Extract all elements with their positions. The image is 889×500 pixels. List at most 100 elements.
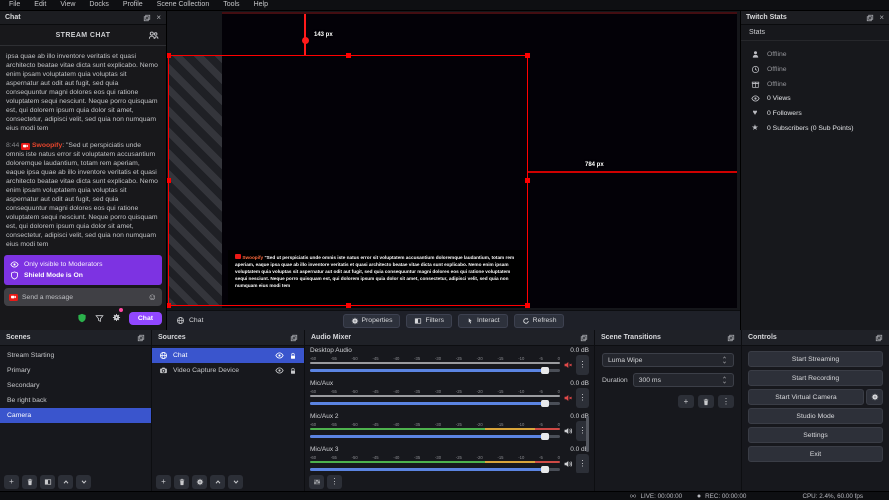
menu-view[interactable]: View	[53, 0, 82, 10]
duration-spinbox[interactable]: 300 ms	[632, 373, 734, 387]
mixer-channel: Mic/Aux 3 0.0 dB -60 -55 -50 -45 -40 -35 -30 -25…	[310, 445, 589, 473]
stat-row: 0 Views	[750, 94, 880, 103]
studio-mode-button[interactable]: Studio Mode	[748, 408, 883, 424]
chevron-down-icon	[721, 360, 728, 365]
source-selection-box[interactable]	[167, 53, 530, 308]
add-scene-button[interactable]: +	[4, 475, 19, 489]
mixer-options-button[interactable]: ⋮	[576, 388, 589, 408]
close-icon[interactable]: ×	[156, 13, 161, 22]
mixer-options-button[interactable]: ⋮	[576, 355, 589, 375]
transition-select[interactable]: Luma Wipe	[602, 353, 734, 367]
volume-slider[interactable]	[310, 366, 560, 374]
resize-handle[interactable]	[167, 303, 171, 308]
scene-item[interactable]: Be right back	[0, 393, 151, 408]
mute-button[interactable]	[563, 459, 573, 469]
move-scene-up-button[interactable]	[58, 475, 73, 489]
scene-item[interactable]: Secondary	[0, 378, 151, 393]
move-scene-down-button[interactable]	[76, 475, 91, 489]
slider-handle[interactable]	[541, 465, 549, 473]
chat-username[interactable]: Swoopify	[32, 142, 62, 149]
popout-icon[interactable]	[290, 334, 298, 342]
mute-button[interactable]	[563, 393, 573, 403]
add-source-button[interactable]: +	[156, 475, 171, 489]
popout-icon[interactable]	[866, 14, 874, 22]
popout-icon[interactable]	[137, 334, 145, 342]
mixer-scrollbar[interactable]	[586, 416, 589, 452]
popout-icon[interactable]	[580, 334, 588, 342]
move-source-up-button[interactable]	[210, 475, 225, 489]
start-recording-button[interactable]: Start Recording	[748, 370, 883, 386]
filters-button[interactable]: Filters	[406, 313, 452, 328]
start-streaming-button[interactable]: Start Streaming	[748, 351, 883, 367]
volume-slider[interactable]	[310, 432, 560, 440]
source-item-selected[interactable]: Chat	[152, 348, 304, 363]
resize-handle[interactable]	[346, 53, 351, 58]
properties-button[interactable]: Properties	[342, 313, 401, 328]
resize-handle[interactable]	[525, 53, 530, 58]
popout-icon[interactable]	[727, 334, 735, 342]
chatters-icon[interactable]	[148, 30, 159, 41]
start-virtual-camera-button[interactable]: Start Virtual Camera	[748, 389, 864, 405]
menu-file[interactable]: File	[2, 0, 27, 10]
transition-properties-button[interactable]: ⋮	[718, 395, 734, 408]
interact-button[interactable]: Interact	[458, 313, 508, 328]
visibility-eye-icon[interactable]	[275, 351, 284, 360]
preview-canvas[interactable]: Swoopify "Sed ut perspiciatis unde omnis…	[167, 11, 740, 310]
slider-handle[interactable]	[541, 366, 549, 374]
menu-tools[interactable]: Tools	[216, 0, 246, 10]
menu-docks[interactable]: Docks	[82, 0, 115, 10]
menu-scene-collection[interactable]: Scene Collection	[150, 0, 217, 10]
moderator-banner: Only visible to Moderators Shield Mode i…	[4, 255, 162, 285]
chat-message-input[interactable]	[22, 293, 144, 301]
visibility-eye-icon[interactable]	[275, 366, 284, 375]
chat-dock: Chat × STREAM CHAT ipsa quae ab illo inv…	[0, 11, 167, 330]
mute-button[interactable]	[563, 360, 573, 370]
chat-settings-button[interactable]	[112, 308, 123, 327]
resize-handle[interactable]	[525, 178, 530, 183]
mixer-options-button[interactable]: ⋮	[576, 454, 589, 473]
settings-button[interactable]: Settings	[748, 427, 883, 443]
resize-handle[interactable]	[525, 303, 530, 308]
close-icon[interactable]: ×	[879, 13, 884, 22]
volume-slider[interactable]	[310, 399, 560, 407]
menu-help[interactable]: Help	[247, 0, 275, 10]
lock-icon[interactable]	[289, 367, 297, 375]
menu-edit[interactable]: Edit	[27, 0, 53, 10]
lock-icon[interactable]	[289, 352, 297, 360]
volume-slider[interactable]	[310, 465, 560, 473]
mixer-menu-button[interactable]: ⋮	[327, 475, 342, 489]
exit-button[interactable]: Exit	[748, 446, 883, 462]
popout-icon[interactable]	[875, 334, 883, 342]
source-item[interactable]: Video Capture Device	[152, 363, 304, 378]
slider-handle[interactable]	[541, 432, 549, 440]
meter-tick-label: -50	[351, 421, 358, 427]
remove-transition-button[interactable]	[698, 395, 714, 408]
emote-picker-icon[interactable]: ☺	[148, 292, 157, 302]
chat-dock-titlebar: Chat ×	[0, 11, 166, 25]
scene-item[interactable]: Primary	[0, 363, 151, 378]
chat-send-button[interactable]: Chat	[128, 311, 162, 325]
mute-button[interactable]	[563, 426, 573, 436]
remove-source-button[interactable]	[174, 475, 189, 489]
slider-handle[interactable]	[541, 399, 549, 407]
remove-scene-button[interactable]	[22, 475, 37, 489]
resize-handle[interactable]	[167, 53, 171, 58]
popout-icon[interactable]	[143, 14, 151, 22]
resize-handle[interactable]	[346, 303, 351, 308]
scene-item-selected[interactable]: Camera	[0, 408, 151, 423]
mixer-advanced-button[interactable]	[309, 475, 324, 489]
star-icon: ★	[751, 122, 759, 132]
add-transition-button[interactable]: +	[678, 395, 694, 408]
virtual-camera-settings-button[interactable]	[866, 389, 883, 405]
move-source-down-button[interactable]	[228, 475, 243, 489]
scene-item[interactable]: Stream Starting	[0, 348, 151, 363]
menu-profile[interactable]: Profile	[116, 0, 150, 10]
chat-filter-icon[interactable]	[95, 314, 104, 323]
resize-handle[interactable]	[167, 178, 171, 183]
chat-message-list[interactable]: ipsa quae ab illo inventore veritatis et…	[0, 47, 166, 258]
meter-tick-label: -50	[351, 355, 358, 361]
shield-mode-icon[interactable]	[77, 313, 87, 323]
source-properties-button[interactable]	[192, 475, 207, 489]
scene-filters-button[interactable]	[40, 475, 55, 489]
refresh-button[interactable]: Refresh	[513, 313, 565, 328]
